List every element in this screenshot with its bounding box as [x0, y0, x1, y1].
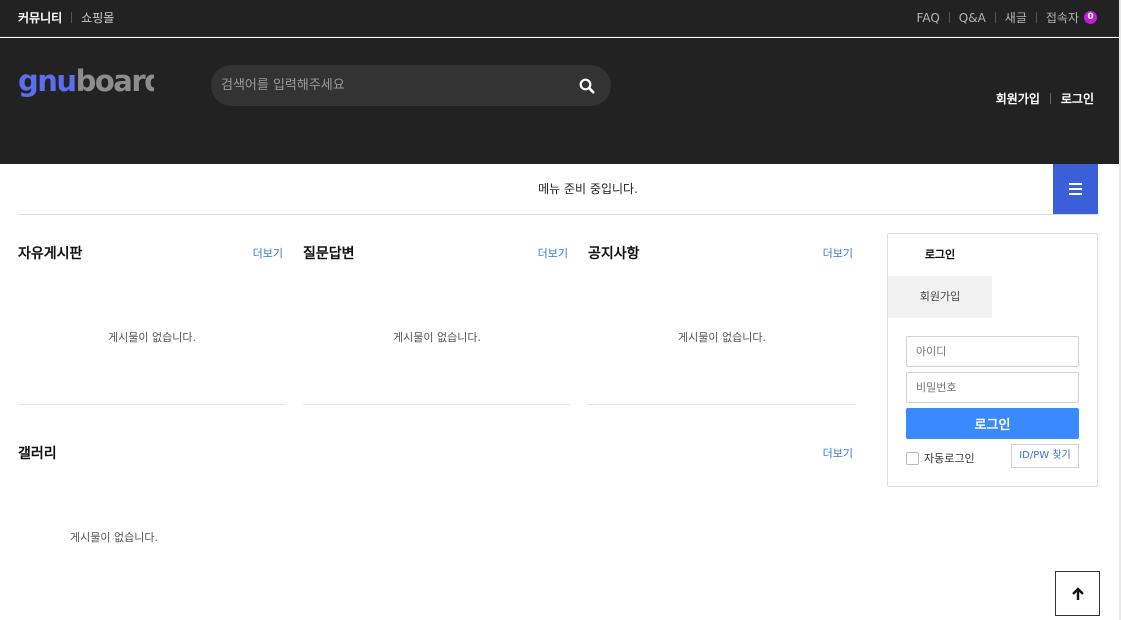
login-button[interactable]: 로그인 [906, 408, 1079, 439]
join-link[interactable]: 회원가입 [996, 90, 1040, 107]
top-nav-right: FAQ Q&A 새글 접속자 0 [917, 9, 1097, 26]
menu-toggle-button[interactable] [1053, 164, 1098, 214]
login-box: 로그인 회원가입 로그인 자동로그인 ID/PW 찾기 [887, 233, 1098, 487]
top-nav-left: 커뮤니티 쇼핑몰 [18, 9, 114, 26]
more-link[interactable]: 더보기 [823, 245, 853, 261]
header-account-links: 회원가입 로그인 [996, 90, 1094, 107]
empty-message: 게시물이 없습니다. [70, 531, 158, 544]
search-icon[interactable] [579, 78, 595, 94]
tab-login[interactable]: 로그인 [888, 234, 992, 276]
hamburger-icon [1069, 188, 1082, 190]
id-field[interactable] [906, 336, 1079, 367]
find-id-pw-button[interactable]: ID/PW 찾기 [1011, 444, 1079, 468]
site-logo[interactable]: gnuboard [18, 64, 165, 106]
hamburger-icon [1069, 183, 1082, 185]
new-posts-link[interactable]: 새글 [1005, 9, 1027, 26]
divider [1035, 12, 1037, 23]
auto-login: 자동로그인 [906, 450, 975, 466]
board-gallery: 갤러리 더보기 게시물이 없습니다. [18, 432, 856, 572]
divider [994, 12, 996, 23]
board-title[interactable]: 자유게시판 [18, 243, 82, 263]
empty-message: 게시물이 없습니다. [678, 331, 766, 344]
community-link[interactable]: 커뮤니티 [18, 9, 62, 26]
empty-message: 게시물이 없습니다. [108, 331, 196, 344]
visitors-count-badge: 0 [1084, 11, 1097, 24]
visitors-link[interactable]: 접속자 [1046, 9, 1079, 26]
board-title[interactable]: 공지사항 [588, 243, 640, 263]
board-notice: 공지사항 더보기 게시물이 없습니다. [588, 233, 856, 405]
scroll-top-button[interactable] [1055, 571, 1100, 616]
more-link[interactable]: 더보기 [823, 445, 853, 461]
search-bar [211, 65, 611, 106]
auto-login-label[interactable]: 자동로그인 [924, 450, 975, 466]
qa-link[interactable]: Q&A [959, 11, 986, 25]
auto-login-checkbox[interactable] [906, 451, 919, 465]
divider [948, 12, 950, 23]
board-title[interactable]: 질문답변 [303, 243, 355, 263]
gnuboard-logo: gnuboard [18, 64, 165, 98]
arrow-up-icon [1072, 587, 1084, 600]
tab-join[interactable]: 회원가입 [888, 276, 992, 318]
empty-message: 게시물이 없습니다. [393, 331, 481, 344]
login-link[interactable]: 로그인 [1061, 90, 1094, 107]
board-free: 자유게시판 더보기 게시물이 없습니다. [18, 233, 286, 405]
divider [1049, 93, 1051, 104]
more-link[interactable]: 더보기 [253, 245, 283, 261]
more-link[interactable]: 더보기 [538, 245, 568, 261]
board-title[interactable]: 갤러리 [18, 443, 57, 463]
password-field[interactable] [906, 372, 1079, 403]
faq-link[interactable]: FAQ [917, 11, 940, 25]
main-menu-bar: 메뉴 준비 중입니다. [18, 164, 1098, 215]
top-bar: 커뮤니티 쇼핑몰 FAQ Q&A 새글 접속자 0 [0, 0, 1119, 37]
divider [71, 12, 73, 23]
search-input[interactable] [221, 65, 561, 106]
menu-notice: 메뉴 준비 중입니다. [538, 182, 638, 196]
site-header: gnuboard 회원가입 로그인 [0, 38, 1119, 164]
shop-link[interactable]: 쇼핑몰 [81, 9, 114, 26]
svg-text:gnuboard: gnuboard [18, 66, 154, 98]
board-qa: 질문답변 더보기 게시물이 없습니다. [303, 233, 571, 405]
hamburger-icon [1069, 193, 1082, 195]
